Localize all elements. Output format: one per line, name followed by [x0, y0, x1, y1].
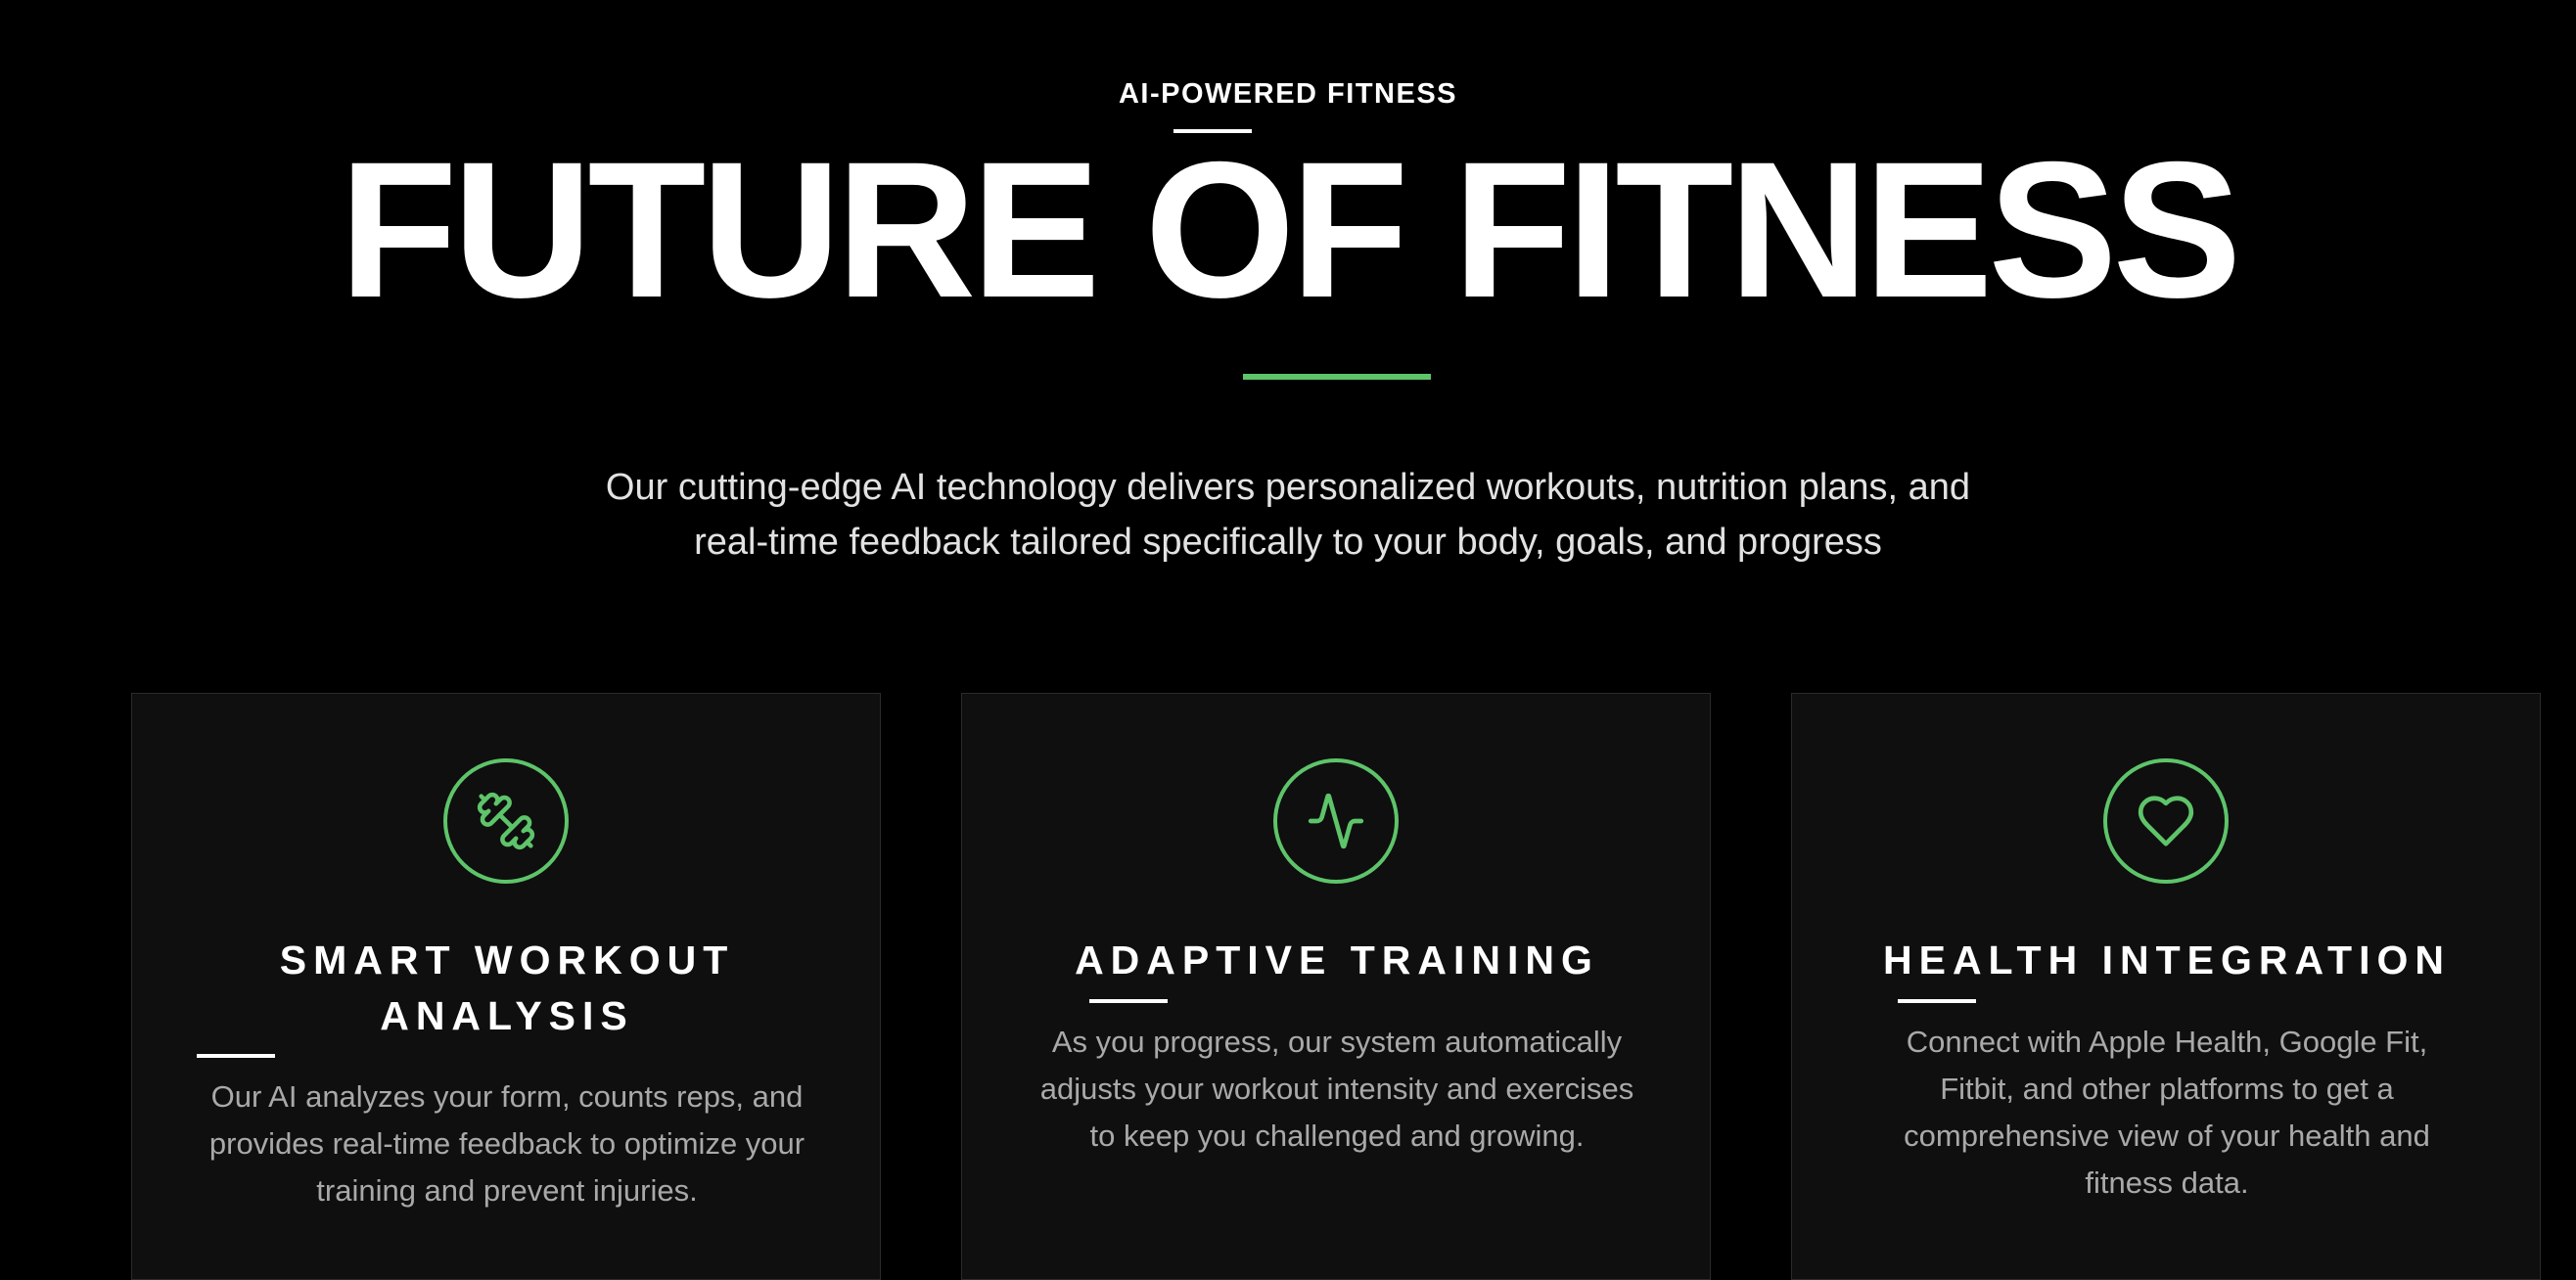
feature-title: ADAPTIVE TRAINING	[962, 933, 1712, 988]
hero-description-line: Our cutting-edge AI technology delivers …	[605, 467, 1971, 508]
feature-description-line: comprehensive view of your health and	[1904, 1119, 2430, 1153]
feature-title-underline	[1898, 999, 1976, 1003]
feature-description: Our AI analyzes your form, counts reps, …	[181, 1074, 833, 1214]
dumbbell-icon	[443, 758, 569, 884]
feature-description-line: Our AI analyzes your form, counts reps, …	[210, 1079, 804, 1114]
hero-description-line: real-time feedback tailored specifically…	[694, 522, 1882, 563]
feature-title-line: HEALTH INTEGRATION	[1882, 937, 2451, 983]
hero-title: FUTURE OF FITNESS	[339, 121, 2242, 338]
feature-description-line: Fitbit, and other platforms to get a	[1940, 1072, 2394, 1106]
feature-description-line: to keep you challenged and growing.	[1089, 1119, 1585, 1153]
feature-description-line: Connect with Apple Health, Google Fit,	[1906, 1025, 2428, 1059]
feature-title-line: ADAPTIVE TRAINING	[1075, 937, 1599, 983]
hero-section: AI-POWERED FITNESS FUTURE OF FITNESS Our…	[0, 0, 2576, 607]
feature-description-line: As you progress, our system automaticall…	[1051, 1025, 1623, 1059]
activity-pulse-icon	[1273, 758, 1399, 884]
feature-card-health-integration: HEALTH INTEGRATION Connect with Apple He…	[1791, 693, 2541, 1280]
feature-description-line: fitness data.	[2085, 1166, 2249, 1200]
feature-description-line: adjusts your workout intensity and exerc…	[1039, 1072, 1634, 1106]
hero-description: Our cutting-edge AI technology delivers …	[0, 460, 2576, 570]
feature-description-line: training and prevent injuries.	[316, 1173, 698, 1208]
feature-description: Connect with Apple Health, Google Fit, F…	[1841, 1019, 2493, 1207]
feature-card-adaptive-training: ADAPTIVE TRAINING As you progress, our s…	[961, 693, 1711, 1280]
heart-icon	[2103, 758, 2229, 884]
feature-description-line: provides real-time feedback to optimize …	[208, 1126, 805, 1161]
feature-card-smart-workout: SMART WORKOUT ANALYSIS Our AI analyzes y…	[131, 693, 881, 1280]
feature-title-line: ANALYSIS	[380, 993, 634, 1038]
feature-title-line: SMART WORKOUT	[279, 937, 735, 983]
feature-title-underline	[197, 1054, 275, 1058]
feature-description: As you progress, our system automaticall…	[1011, 1019, 1663, 1160]
feature-title: SMART WORKOUT ANALYSIS	[132, 933, 882, 1044]
hero-accent-divider	[1243, 374, 1431, 380]
feature-title-underline	[1089, 999, 1168, 1003]
feature-title: HEALTH INTEGRATION	[1792, 933, 2542, 988]
hero-eyebrow: AI-POWERED FITNESS	[1118, 78, 1457, 110]
